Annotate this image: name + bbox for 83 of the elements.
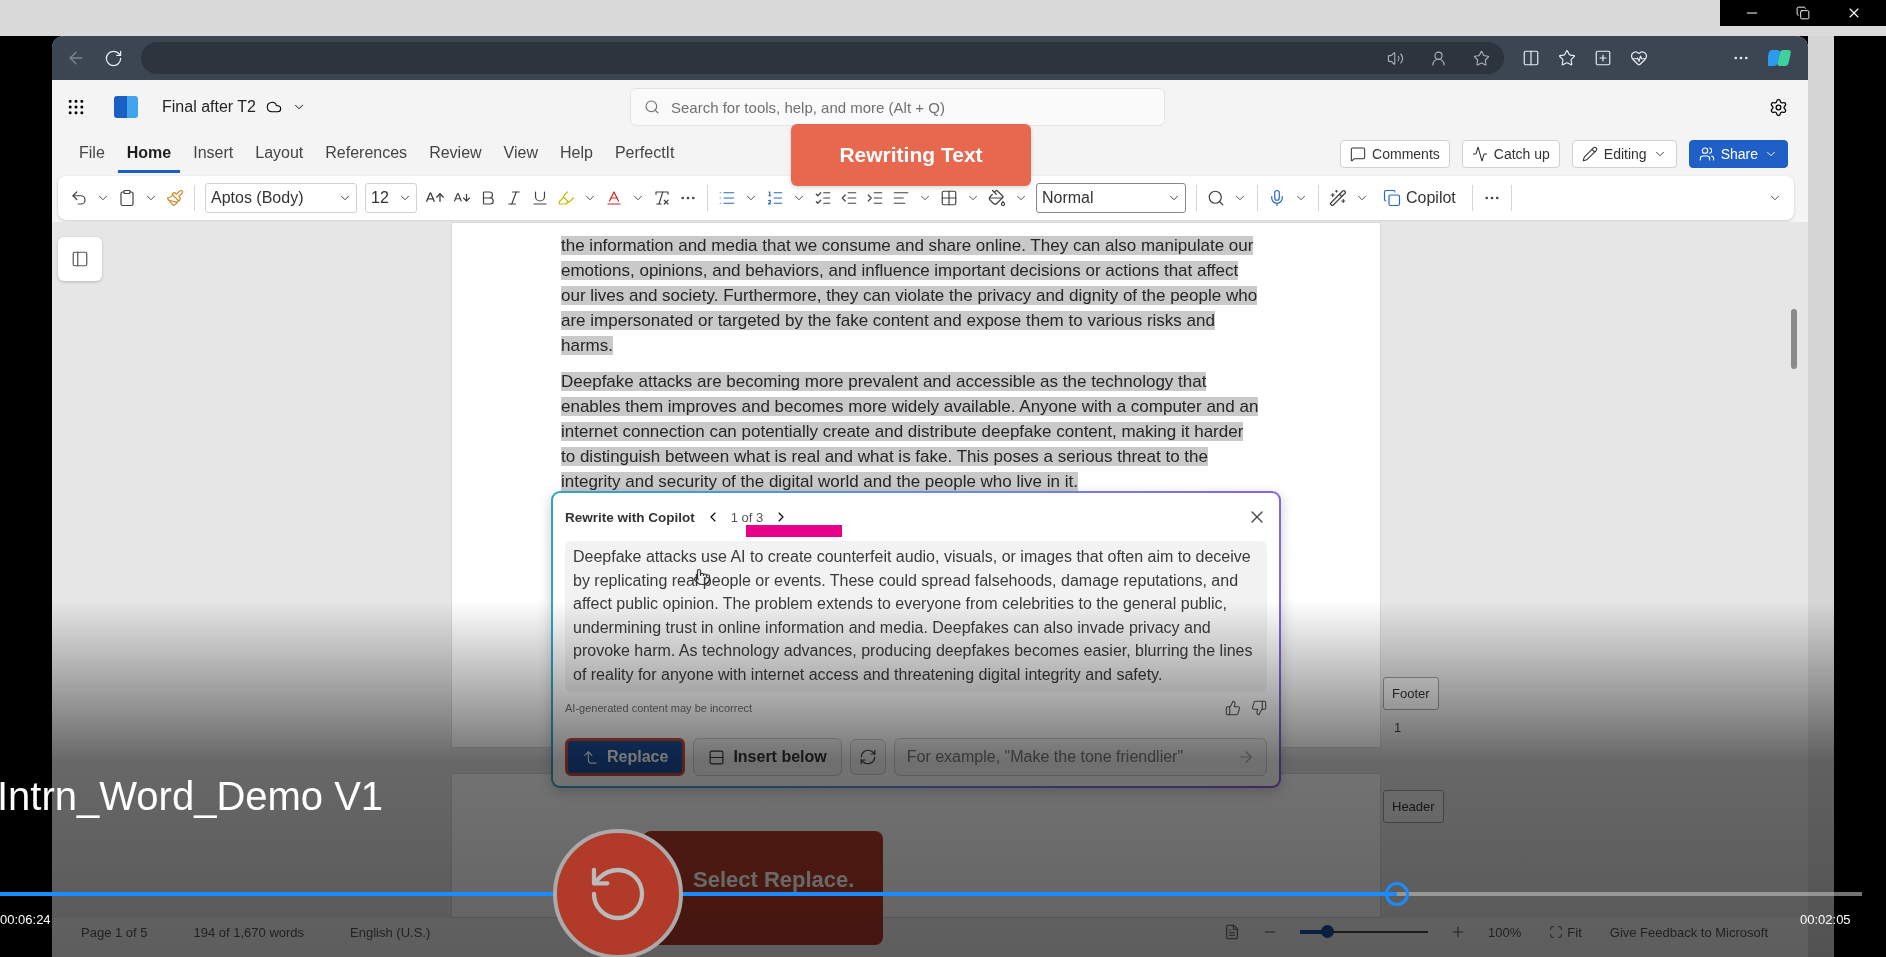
profile-icon[interactable] — [1430, 49, 1447, 67]
ribbon-tab[interactable]: File — [70, 135, 114, 173]
star-icon[interactable] — [1473, 49, 1490, 67]
increase-indent-icon[interactable] — [866, 189, 884, 207]
borders-icon[interactable] — [940, 189, 958, 207]
refresh-icon — [858, 748, 877, 766]
search-field[interactable]: Search for tools, help, and more (Alt + Q) — [630, 88, 1165, 126]
elapsed-time: 00:06:24 — [0, 912, 51, 927]
panel-title: Rewrite with Copilot — [565, 509, 695, 525]
panel-icon — [71, 250, 89, 268]
clear-formatting-icon[interactable] — [653, 189, 671, 207]
numbering-icon[interactable] — [766, 189, 784, 207]
word-count: 194 of 1,670 words — [193, 924, 305, 940]
search-icon — [644, 99, 660, 115]
insert-below-button[interactable]: Insert below — [693, 738, 842, 776]
comments-button[interactable]: Comments — [1340, 140, 1450, 168]
zoom-value: 100% — [1488, 924, 1522, 940]
ribbon-tab[interactable]: Home — [117, 135, 181, 173]
suggestion-counter: 1 of 3 — [730, 509, 764, 525]
language: English (U.S.) — [350, 924, 431, 940]
ribbon-tab[interactable]: References — [316, 135, 417, 173]
font-size-dropdown[interactable]: 12 — [365, 183, 417, 213]
refresh-icon[interactable] — [104, 48, 123, 68]
underline-icon[interactable] — [531, 189, 549, 207]
fit-icon — [1549, 925, 1564, 939]
align-icon[interactable] — [892, 189, 910, 207]
cloud-icon[interactable] — [265, 99, 282, 115]
favorites-icon[interactable] — [1558, 49, 1576, 67]
disclaimer-text: AI-generated content may be incorrect — [565, 702, 753, 714]
microphone-icon[interactable] — [1268, 189, 1286, 207]
share-button[interactable]: Share — [1688, 140, 1788, 168]
read-aloud-icon[interactable] — [1387, 49, 1404, 67]
rows-icon — [708, 748, 726, 766]
copilot-logo-icon[interactable] — [1768, 47, 1794, 69]
bullets-icon[interactable] — [718, 189, 736, 207]
ribbon-tab[interactable]: PerfectIt — [605, 135, 684, 173]
progress-thumb[interactable] — [1384, 882, 1409, 906]
footer-tag[interactable]: Footer — [1383, 677, 1439, 710]
remaining-time: 00:02:05 — [1800, 912, 1851, 927]
find-icon[interactable] — [1207, 189, 1225, 207]
ribbon-tab[interactable]: Layout — [246, 135, 313, 173]
collections-icon[interactable] — [1594, 49, 1612, 67]
shading-icon[interactable] — [988, 189, 1006, 207]
editing-button[interactable]: Editing — [1571, 140, 1677, 168]
paragraph: Deepfake attacks are becoming more prevalent and accessible as the technology that enables them improves and becomes more widely available. Anyone with a computer and an internet connection can potentially create and distribute deepfake content, making it harder to distinguish between what is real and what is fake. This poses a serious threat to the integrity and security of the digital world and the people who live in it. — [561, 371, 1260, 493]
font-color-icon[interactable] — [605, 189, 623, 207]
scrollbar-thumb[interactable] — [1791, 309, 1797, 369]
pulse-icon[interactable] — [1471, 146, 1488, 162]
zoom-thumb[interactable] — [1320, 925, 1334, 938]
arrow-up-icon — [582, 748, 599, 766]
copilot-button[interactable]: Copilot — [1377, 188, 1462, 208]
clipboard-icon[interactable] — [118, 189, 136, 207]
people-icon[interactable] — [1698, 146, 1715, 162]
settings-icon[interactable] — [1769, 97, 1788, 117]
ribbon-tab[interactable]: Insert — [184, 135, 243, 173]
callout-label: Rewriting Text — [791, 124, 1031, 186]
page-number: 1 — [1394, 720, 1402, 735]
pencil-icon[interactable] — [1581, 146, 1598, 162]
thumbs-up-icon[interactable] — [1225, 700, 1241, 716]
italic-icon[interactable] — [505, 189, 523, 207]
restore-icon[interactable] — [1796, 6, 1810, 20]
comment-icon[interactable] — [1350, 146, 1367, 162]
wand-icon[interactable] — [1329, 189, 1347, 207]
font-dropdown[interactable]: Aptos (Body) — [205, 183, 357, 213]
paragraph: the information and media that we consume and share online. They can also manipulate our emotions, opinions, and behaviors, and influence important decisions or actions that affect our lives and society. Furthermore, they can violate the privacy and dignity of the people who are impersonated or targeted by the fake content and expose them to various risks and harms. — [561, 235, 1259, 357]
decrease-indent-icon[interactable] — [840, 189, 858, 207]
split-screen-icon[interactable] — [1522, 49, 1540, 67]
undo-icon[interactable] — [70, 189, 88, 207]
navigation-pane-button[interactable] — [58, 237, 102, 281]
document-title[interactable]: Final after T2 — [162, 98, 256, 116]
ribbon-tab[interactable]: Help — [551, 135, 602, 173]
prompt-field[interactable]: For example, "Make the tone friendlier" — [893, 738, 1267, 776]
format-painter-icon[interactable] — [166, 189, 184, 207]
ribbon-tab[interactable]: Review — [420, 135, 491, 173]
style-dropdown[interactable]: Normal — [1036, 183, 1186, 213]
page-count: Page 1 of 5 — [81, 924, 148, 940]
regenerate-button[interactable] — [849, 739, 886, 775]
checklist-icon[interactable] — [814, 189, 832, 207]
catch-up-button[interactable]: Catch up — [1461, 140, 1560, 168]
heart-icon[interactable] — [1630, 49, 1648, 67]
apps-grid-icon[interactable] — [66, 97, 86, 117]
thumbs-down-icon[interactable] — [1251, 700, 1267, 716]
ribbon-tab[interactable]: View — [494, 135, 547, 173]
